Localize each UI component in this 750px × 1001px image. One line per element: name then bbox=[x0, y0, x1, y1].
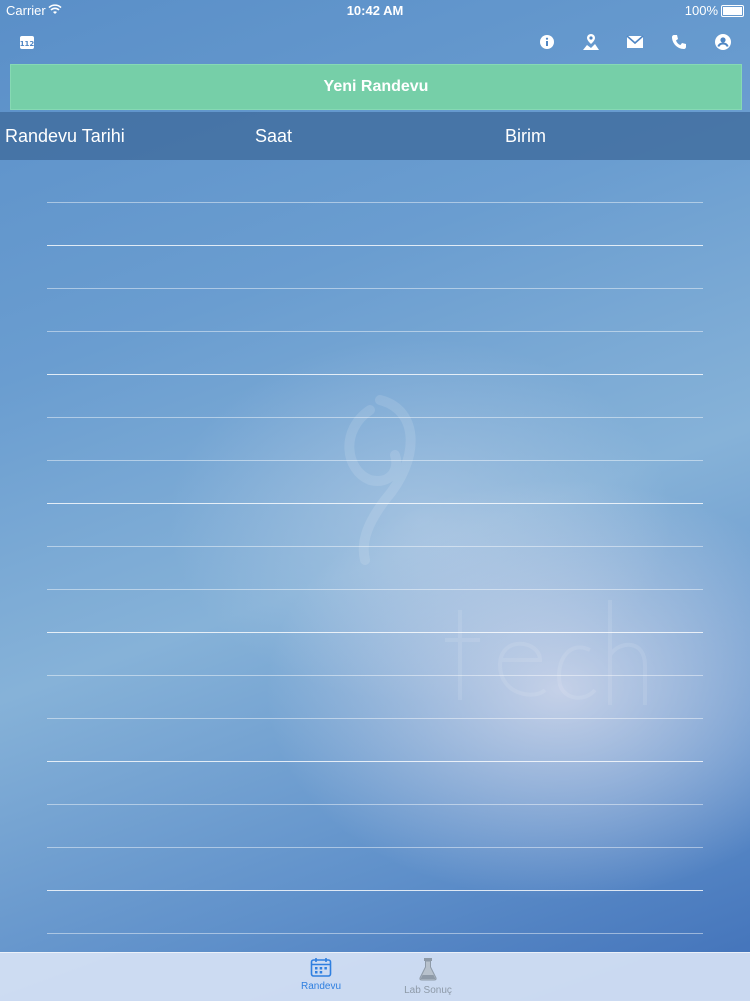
tab-randevu[interactable]: Randevu bbox=[286, 957, 356, 1001]
info-icon[interactable] bbox=[537, 32, 557, 52]
column-header-time: Saat bbox=[255, 126, 293, 146]
flask-icon bbox=[419, 958, 437, 981]
column-header-unit: Birim bbox=[505, 126, 546, 146]
tab-lab-sonuc[interactable]: Lab Sonuç bbox=[393, 957, 463, 1001]
tab-label: Lab Sonuç bbox=[404, 985, 452, 996]
list-row bbox=[47, 805, 703, 848]
phone-icon[interactable] bbox=[669, 32, 689, 52]
list-row bbox=[47, 332, 703, 375]
list-row bbox=[47, 891, 703, 934]
list-row bbox=[47, 418, 703, 461]
battery-icon bbox=[721, 5, 744, 17]
list-row bbox=[47, 289, 703, 332]
account-icon[interactable] bbox=[713, 32, 733, 52]
list-row bbox=[47, 504, 703, 547]
list-row bbox=[47, 160, 703, 203]
appointments-list[interactable] bbox=[47, 160, 703, 934]
calendar-badge-text: 112 bbox=[20, 40, 35, 48]
tab-label: Randevu bbox=[300, 981, 342, 992]
list-row bbox=[47, 633, 703, 676]
battery-percentage: 100% bbox=[684, 3, 718, 18]
clock: 10:42 AM bbox=[346, 3, 404, 18]
list-row bbox=[47, 719, 703, 762]
list-row bbox=[47, 762, 703, 805]
list-row bbox=[47, 590, 703, 633]
list-row bbox=[47, 461, 703, 504]
mail-icon[interactable] bbox=[625, 32, 645, 52]
column-header-date: Randevu Tarihi bbox=[5, 126, 125, 146]
list-row bbox=[47, 375, 703, 418]
list-row bbox=[47, 676, 703, 719]
list-row bbox=[47, 547, 703, 590]
new-appointment-button[interactable]: Yeni Randevu bbox=[10, 64, 742, 110]
appointments-table-header: Randevu Tarihi Saat Birim bbox=[0, 112, 750, 160]
list-row bbox=[47, 848, 703, 891]
list-row bbox=[47, 246, 703, 289]
calendar-icon bbox=[310, 958, 332, 977]
calendar-112-icon[interactable]: 112 bbox=[17, 32, 37, 52]
status-bar: Carrier 10:42 AM 100% bbox=[0, 0, 750, 22]
map-icon[interactable] bbox=[581, 32, 601, 52]
list-row bbox=[47, 203, 703, 246]
tab-bar: Randevu Lab Sonuç bbox=[0, 952, 750, 1001]
nav-bar: 112 bbox=[0, 22, 750, 62]
